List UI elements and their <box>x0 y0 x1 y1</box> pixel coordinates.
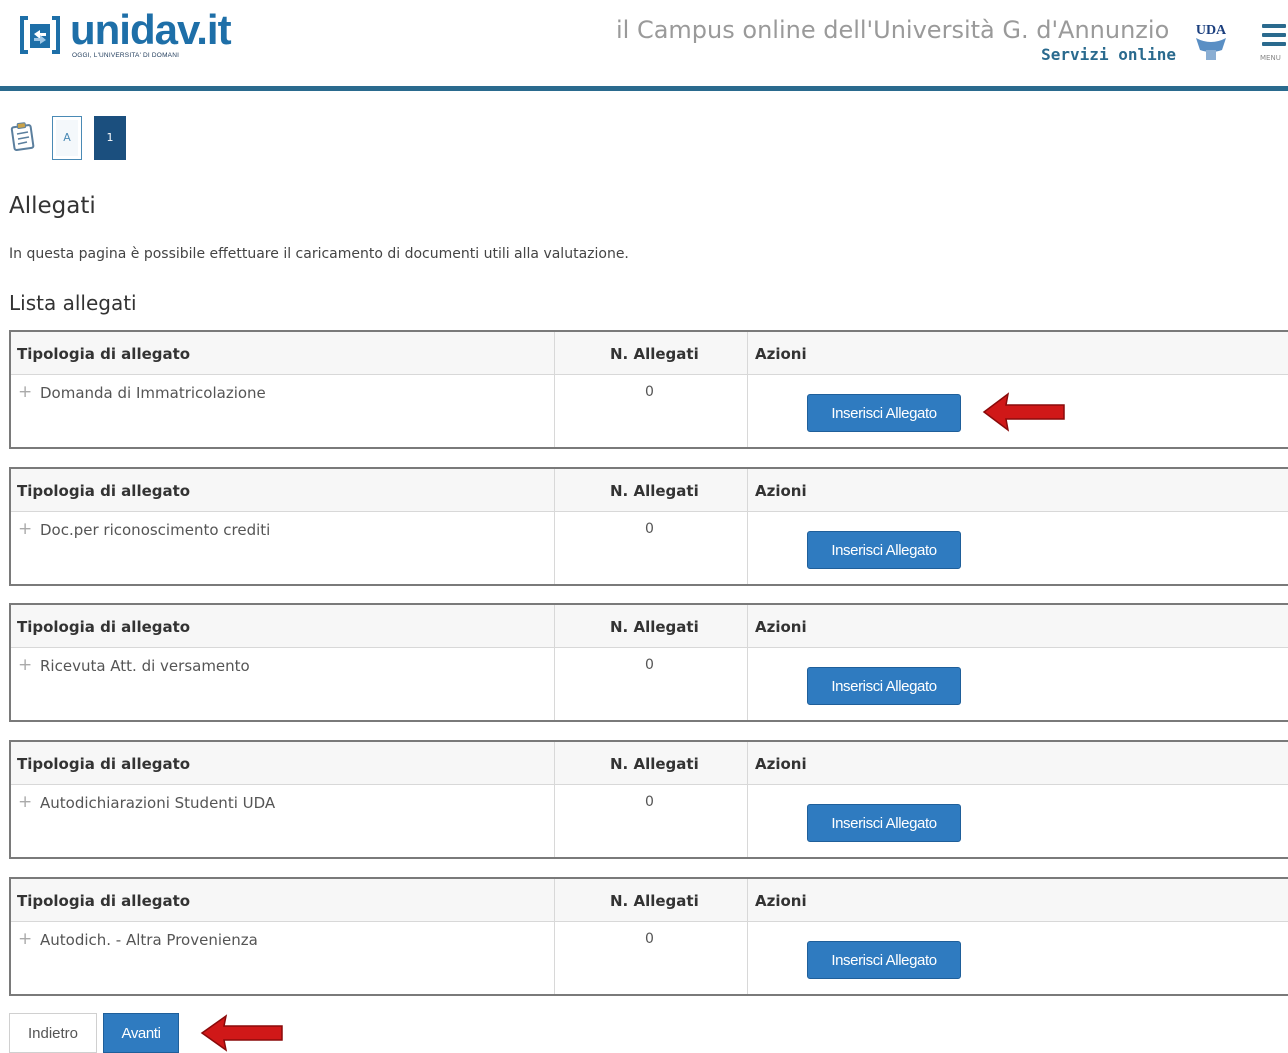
header-count: N. Allegati <box>610 482 699 500</box>
attachment-table: Tipologia di allegato N. Allegati Azioni… <box>9 467 1288 586</box>
red-arrow-left-icon <box>200 1014 283 1052</box>
column-divider <box>747 332 748 447</box>
attachment-table: Tipologia di allegato N. Allegati Azioni… <box>9 603 1288 722</box>
red-arrow-left-icon <box>982 392 1065 432</box>
column-divider <box>554 469 555 584</box>
header-actions: Azioni <box>755 345 807 363</box>
menu-button[interactable]: MENU <box>1258 18 1288 64</box>
menu-bar <box>1262 42 1286 46</box>
attachment-type: Doc.per riconoscimento crediti <box>40 521 271 539</box>
header-type: Tipologia di allegato <box>17 755 191 773</box>
header-count: N. Allegati <box>610 618 699 636</box>
expand-plus-icon[interactable]: + <box>18 382 32 402</box>
next-button[interactable]: Avanti <box>103 1013 179 1053</box>
attachment-type: Autodich. - Altra Provenienza <box>40 931 258 949</box>
expand-plus-icon[interactable]: + <box>18 929 32 949</box>
insert-attachment-button[interactable]: Inserisci Allegato <box>807 941 961 979</box>
header-type: Tipologia di allegato <box>17 345 191 363</box>
attachment-count: 0 <box>645 521 654 537</box>
step-navigation: A 1 <box>0 112 300 162</box>
header-actions: Azioni <box>755 892 807 910</box>
expand-plus-icon[interactable]: + <box>18 519 32 539</box>
header-actions: Azioni <box>755 482 807 500</box>
header-actions: Azioni <box>755 755 807 773</box>
insert-attachment-button[interactable]: Inserisci Allegato <box>807 667 961 705</box>
attachment-count: 0 <box>645 931 654 947</box>
column-divider <box>747 742 748 857</box>
step-1[interactable]: 1 <box>94 116 126 160</box>
attachment-type: Domanda di Immatricolazione <box>40 384 266 402</box>
column-divider <box>554 332 555 447</box>
column-divider <box>554 879 555 994</box>
attachment-table: Tipologia di allegato N. Allegati Azioni… <box>9 877 1288 996</box>
unidav-logo-icon[interactable] <box>14 12 66 58</box>
uda-logo-text: UDA <box>1196 23 1227 38</box>
header-type: Tipologia di allegato <box>17 482 191 500</box>
column-divider <box>554 742 555 857</box>
attachment-count: 0 <box>645 384 654 400</box>
attachment-type: Autodichiarazioni Studenti UDA <box>40 794 276 812</box>
site-header: unidav.it OGGI, L'UNIVERSITA' DI DOMANI … <box>0 0 1288 86</box>
insert-attachment-button[interactable]: Inserisci Allegato <box>807 394 961 432</box>
page-title: Allegati <box>9 193 96 219</box>
menu-label: MENU <box>1260 54 1281 62</box>
attachment-type: Ricevuta Att. di versamento <box>40 657 250 675</box>
back-button[interactable]: Indietro <box>9 1013 97 1053</box>
list-title: Lista allegati <box>9 291 137 315</box>
column-divider <box>747 605 748 720</box>
campus-subtitle: Servizi online <box>1041 45 1176 64</box>
header-count: N. Allegati <box>610 892 699 910</box>
insert-attachment-button[interactable]: Inserisci Allegato <box>807 531 961 569</box>
menu-bar <box>1262 33 1286 37</box>
uda-logo-icon[interactable]: UDA <box>1192 18 1230 64</box>
menu-bar <box>1262 24 1286 28</box>
expand-plus-icon[interactable]: + <box>18 792 32 812</box>
column-divider <box>554 605 555 720</box>
expand-plus-icon[interactable]: + <box>18 655 32 675</box>
header-divider <box>0 86 1288 91</box>
column-divider <box>747 879 748 994</box>
header-type: Tipologia di allegato <box>17 892 191 910</box>
header-count: N. Allegati <box>610 345 699 363</box>
campus-title: il Campus online dell'Università G. d'An… <box>616 16 1170 44</box>
column-divider <box>747 469 748 584</box>
attachment-count: 0 <box>645 657 654 673</box>
logo-tagline: OGGI, L'UNIVERSITA' DI DOMANI <box>72 52 180 59</box>
attachment-count: 0 <box>645 794 654 810</box>
step-a[interactable]: A <box>52 116 82 160</box>
attachment-table: Tipologia di allegato N. Allegati Azioni… <box>9 740 1288 859</box>
page-description: In questa pagina è possibile effettuare … <box>9 246 629 262</box>
header-type: Tipologia di allegato <box>17 618 191 636</box>
header-count: N. Allegati <box>610 755 699 773</box>
attachment-table: Tipologia di allegato N. Allegati Azioni… <box>9 330 1288 449</box>
clipboard-icon <box>10 122 35 151</box>
logo-text[interactable]: unidav.it <box>70 6 232 54</box>
header-actions: Azioni <box>755 618 807 636</box>
insert-attachment-button[interactable]: Inserisci Allegato <box>807 804 961 842</box>
